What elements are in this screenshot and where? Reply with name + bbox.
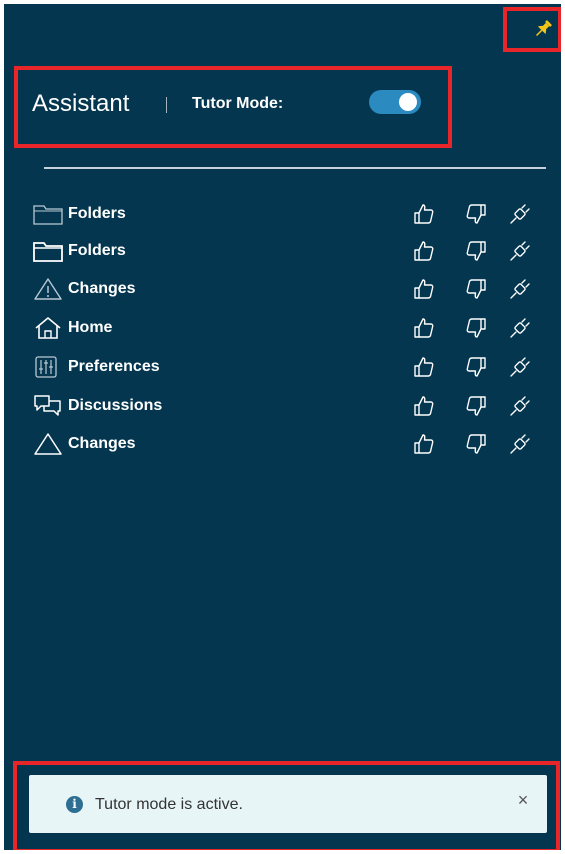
thumbs-up-icon[interactable] (412, 239, 436, 263)
thumbs-down-icon[interactable] (464, 355, 488, 379)
list-item[interactable]: Changes (4, 272, 561, 306)
plug-icon[interactable] (508, 316, 532, 340)
thumbs-up-icon[interactable] (412, 316, 436, 340)
thumbs-down-icon[interactable] (464, 394, 488, 418)
assistant-title: Assistant (32, 90, 130, 117)
header-divider (44, 167, 546, 169)
toast-message: Tutor mode is active. (95, 796, 243, 813)
list-item-label: Folders (68, 205, 126, 222)
list-item[interactable]: Folders (4, 197, 561, 231)
folder-outline-icon (33, 205, 63, 225)
list-item-label: Changes (68, 435, 136, 452)
thumbs-up-icon[interactable] (412, 202, 436, 226)
tutor-mode-toggle[interactable] (369, 90, 421, 114)
list-item-label: Discussions (68, 397, 163, 414)
plug-icon[interactable] (508, 239, 532, 263)
plug-icon[interactable] (508, 202, 532, 226)
list-item-label: Changes (68, 280, 136, 297)
thumbs-up-icon[interactable] (412, 355, 436, 379)
plug-icon[interactable] (508, 355, 532, 379)
thumbs-down-icon[interactable] (464, 202, 488, 226)
plug-icon[interactable] (508, 432, 532, 456)
toast-notification: i Tutor mode is active. × (29, 775, 547, 833)
triangle-icon (34, 433, 62, 455)
list-item-label: Preferences (68, 358, 160, 375)
list-item[interactable]: Discussions (4, 389, 561, 423)
list-item-label: Folders (68, 242, 126, 259)
thumbs-up-icon[interactable] (412, 277, 436, 301)
thumbs-down-icon[interactable] (464, 277, 488, 301)
thumbs-down-icon[interactable] (464, 239, 488, 263)
thumbs-up-icon[interactable] (412, 432, 436, 456)
toggle-knob (399, 93, 417, 111)
title-separator (166, 97, 167, 113)
home-icon (35, 317, 61, 339)
thumbs-up-icon[interactable] (412, 394, 436, 418)
plug-icon[interactable] (508, 277, 532, 301)
tutor-mode-label: Tutor Mode: (192, 95, 284, 112)
thumbs-down-icon[interactable] (464, 432, 488, 456)
thumbs-down-icon[interactable] (464, 316, 488, 340)
close-icon[interactable]: × (513, 789, 533, 811)
pin-icon[interactable] (532, 18, 554, 40)
assistant-panel: Assistant Tutor Mode: Folders Folders Ch… (4, 4, 561, 850)
folder-icon (33, 242, 63, 262)
discussions-icon (34, 395, 61, 416)
sliders-icon (35, 356, 57, 378)
warning-icon (34, 278, 62, 300)
list-item[interactable]: Folders (4, 234, 561, 268)
list-item[interactable]: Home (4, 311, 561, 345)
info-icon: i (66, 796, 83, 813)
plug-icon[interactable] (508, 394, 532, 418)
list-item-label: Home (68, 319, 113, 336)
list-item[interactable]: Changes (4, 427, 561, 461)
list-item[interactable]: Preferences (4, 350, 561, 384)
